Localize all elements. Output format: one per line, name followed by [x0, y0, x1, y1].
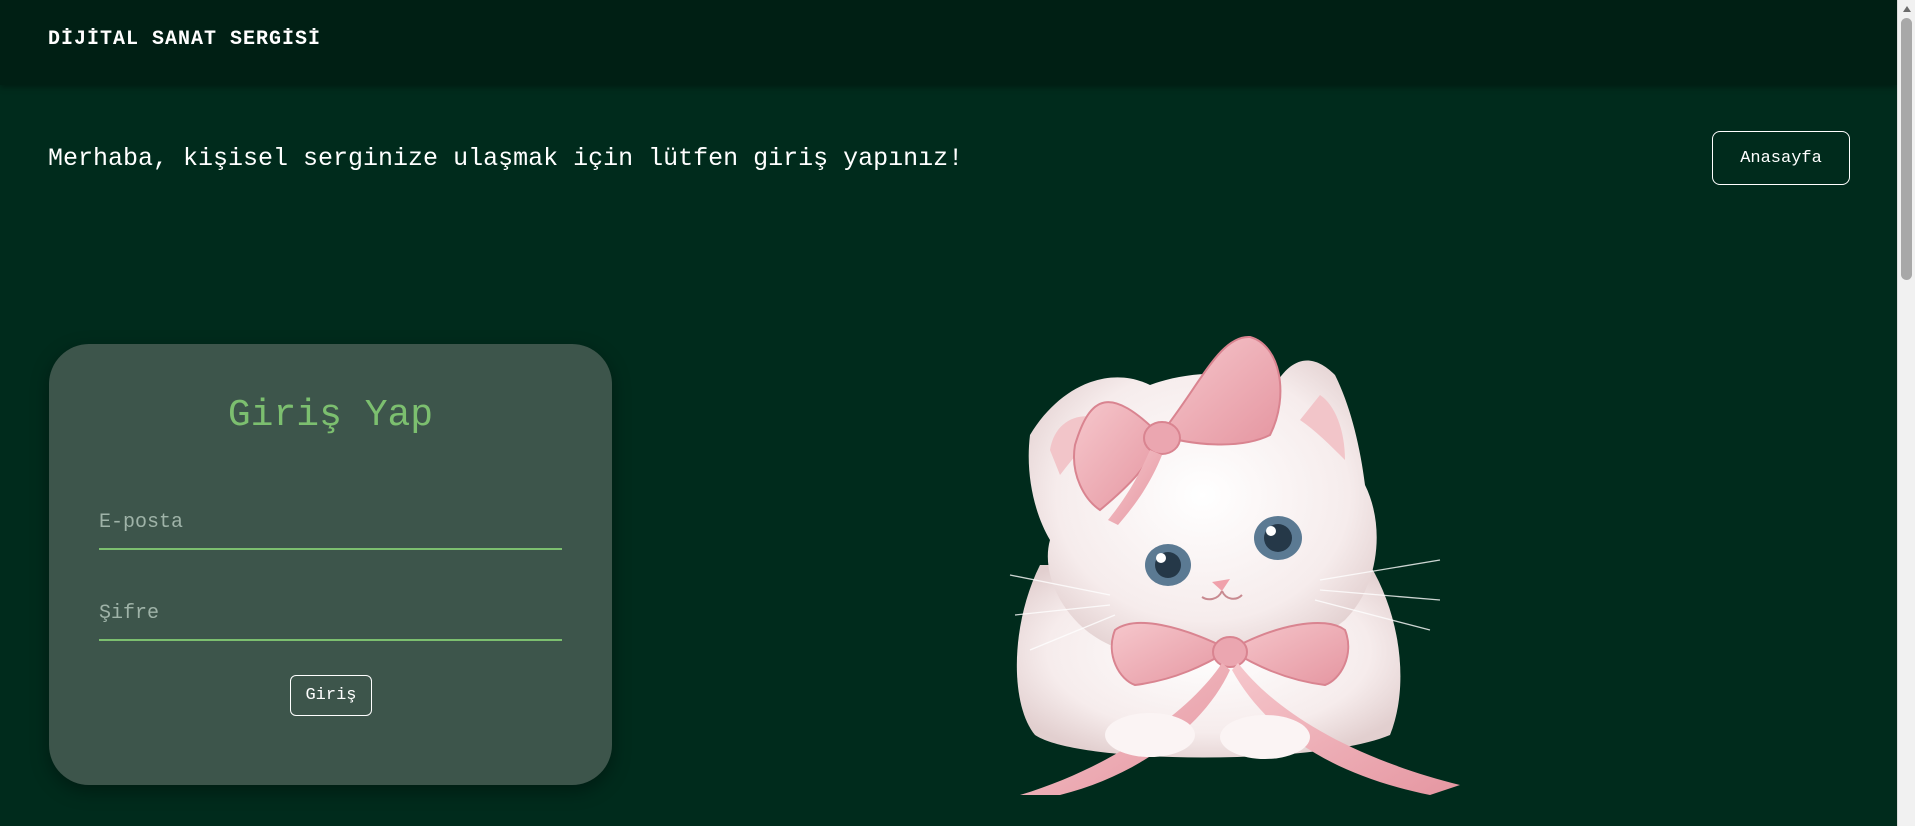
password-field[interactable] [99, 595, 562, 641]
welcome-message: Merhaba, kişisel serginize ulaşmak için … [48, 144, 964, 173]
top-navigation-bar: DİJİTAL SANAT SERGİSİ [0, 0, 1897, 85]
home-button[interactable]: Anasayfa [1712, 131, 1850, 185]
scrollbar-thumb[interactable] [1901, 18, 1912, 280]
vertical-scrollbar[interactable] [1897, 0, 1915, 826]
login-card: Giriş Yap Giriş [49, 344, 612, 785]
login-submit-button[interactable]: Giriş [290, 675, 372, 716]
scroll-up-arrow-icon[interactable] [1898, 0, 1915, 17]
email-field[interactable] [99, 504, 562, 550]
site-brand[interactable]: DİJİTAL SANAT SERGİSİ [48, 28, 321, 51]
login-title: Giriş Yap [227, 394, 434, 437]
cat-illustration [1009, 335, 1460, 795]
